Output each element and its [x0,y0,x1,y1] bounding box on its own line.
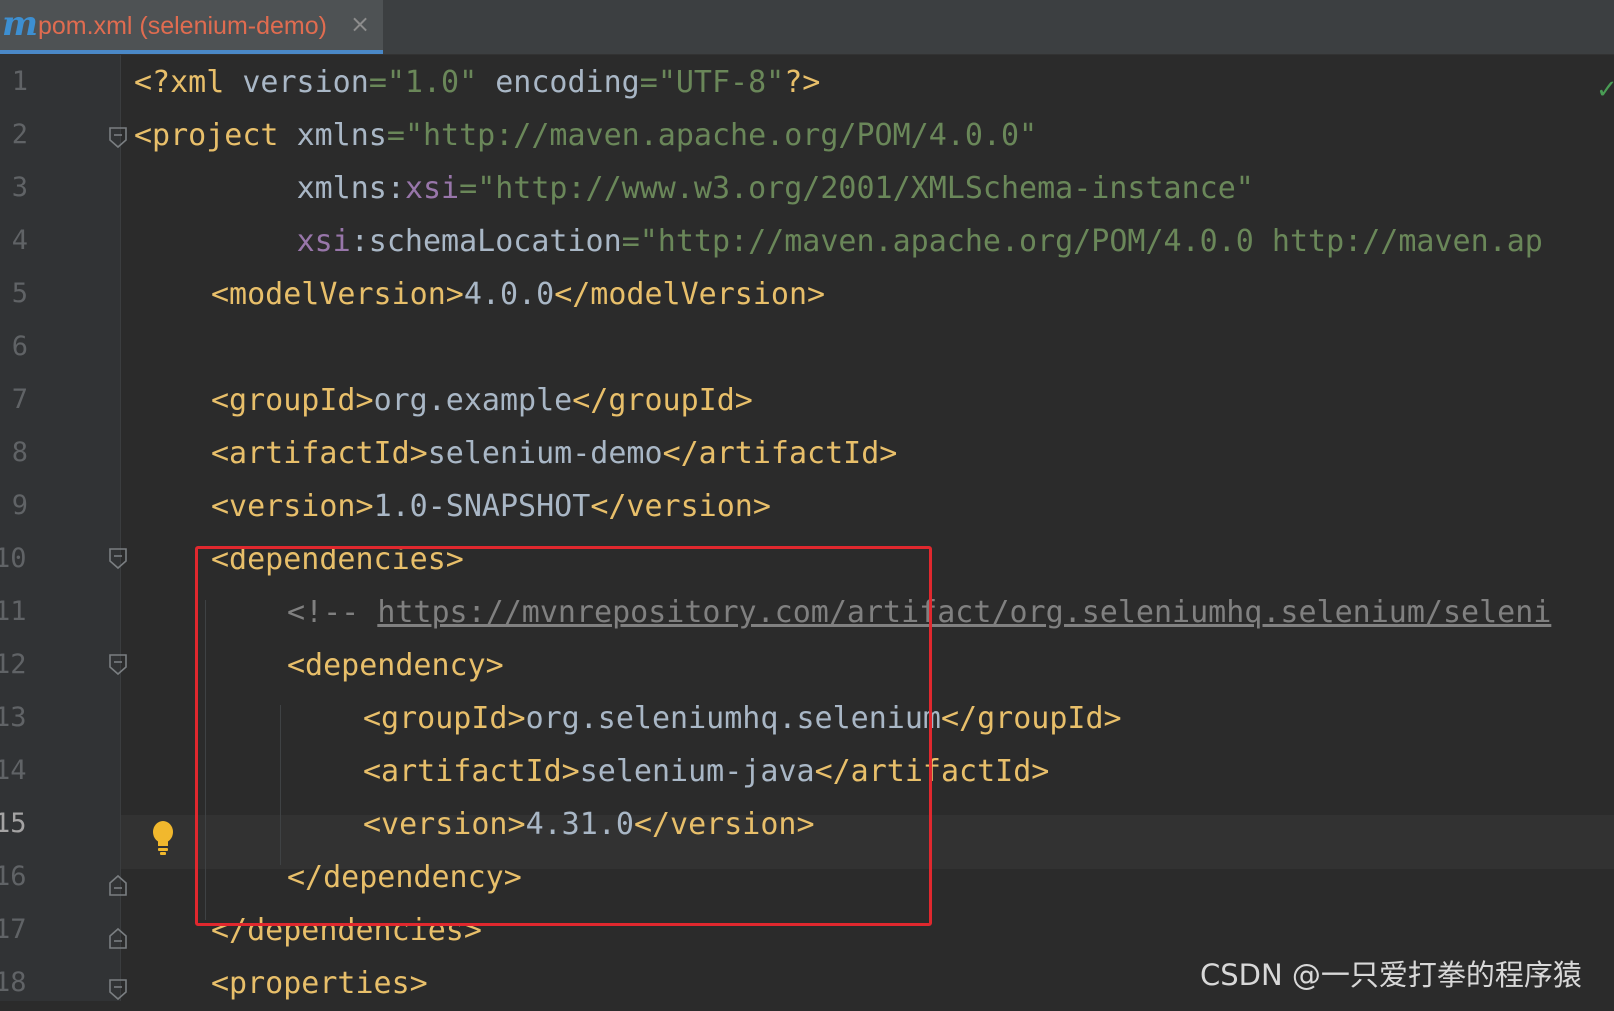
code-line-2[interactable]: <project xmlns="http://maven.apache.org/… [134,109,1037,163]
line-number: 1 [11,66,28,97]
line-number: 13 [0,702,27,733]
line-number: 5 [11,278,28,309]
code-line-5[interactable]: <modelVersion>4.0.0</modelVersion> [211,268,825,322]
line-number: 8 [11,437,28,468]
maven-m-icon: m [2,4,38,44]
line-number: 7 [11,384,28,415]
fold-close-icon[interactable] [108,873,128,897]
fold-open-icon[interactable] [108,126,128,150]
line-number: 9 [11,490,28,521]
code-line-4[interactable]: xsi:schemaLocation="http://maven.apache.… [134,215,1543,269]
highlight-box [195,546,932,926]
line-number: 6 [11,331,28,362]
close-icon[interactable]: × [350,10,370,38]
code-line-1[interactable]: <?xml version="1.0" encoding="UTF-8"?> [134,56,820,110]
line-number: 16 [0,861,27,892]
line-number: 3 [11,172,28,203]
editor-tab-bar: m pom.xml (selenium-demo) × [0,0,1614,55]
code-line-18[interactable]: <properties> [211,957,428,1011]
line-number-current: 15 [0,808,27,839]
code-line-3[interactable]: xmlns:xsi="http://www.w3.org/2001/XMLSch… [134,162,1254,216]
fold-close-icon[interactable] [108,926,128,950]
line-number: 4 [11,225,28,256]
line-number: 2 [11,119,28,150]
tab-title: pom.xml (selenium-demo) [38,12,327,40]
tab-pom-xml[interactable]: m pom.xml (selenium-demo) × [0,0,383,54]
line-number: 14 [0,755,27,786]
inspection-ok-icon[interactable]: ✓ [1596,75,1614,105]
code-line-7[interactable]: <groupId>org.example</groupId> [211,374,753,428]
fold-open-icon[interactable] [108,978,128,1002]
watermark: CSDN @一只爱打拳的程序猿 [1200,958,1582,992]
fold-open-icon[interactable] [108,653,128,677]
line-number: 11 [0,596,27,627]
line-number: 18 [0,967,27,998]
line-number: 17 [0,914,27,945]
code-line-9[interactable]: <version>1.0-SNAPSHOT</version> [211,480,771,534]
line-number: 10 [0,543,27,574]
fold-open-icon[interactable] [108,547,128,571]
line-number: 12 [0,649,27,680]
code-line-8[interactable]: <artifactId>selenium-demo</artifactId> [211,427,897,481]
lightbulb-icon[interactable] [150,820,176,856]
gutter-separator [120,55,121,1001]
